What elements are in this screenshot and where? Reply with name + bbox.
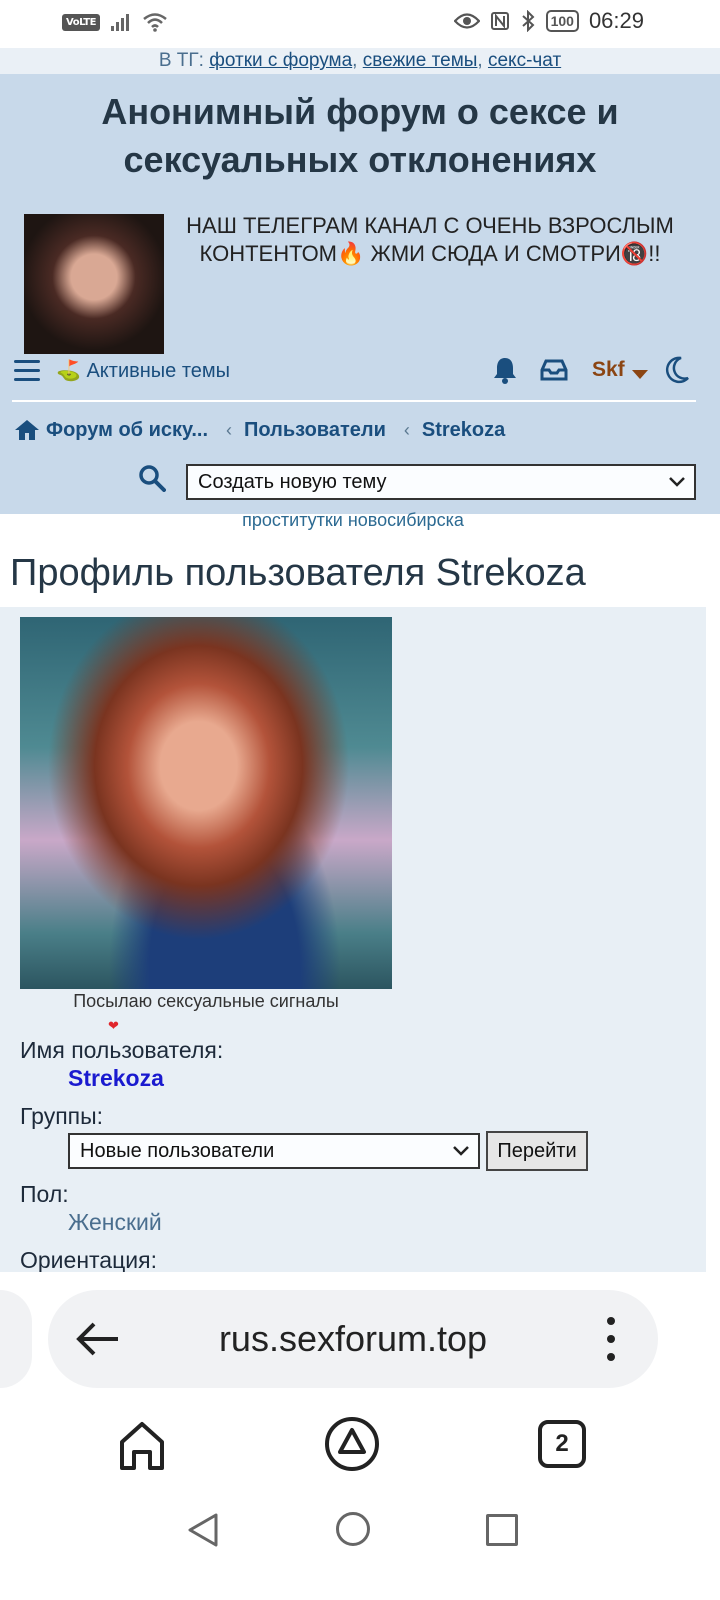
browser-bottom-nav: 2 — [0, 1400, 720, 1500]
breadcrumb: Форум об иску... ‹ Пользователи ‹ Streko… — [14, 418, 505, 442]
new-topic-selected: Создать новую тему — [198, 471, 387, 493]
bluetooth-icon — [521, 10, 535, 32]
heart-icon: ❤ — [108, 1018, 119, 1033]
status-right: 100 06:29 — [453, 8, 644, 34]
username-value[interactable]: Strekoza — [68, 1065, 164, 1092]
promo-image[interactable] — [24, 214, 164, 354]
menu-icon[interactable] — [14, 360, 40, 384]
gender-label: Пол: — [20, 1181, 69, 1207]
system-nav-bar — [0, 1500, 720, 1600]
promo-banner-text[interactable]: НАШ ТЕЛЕГРАМ КАНАЛ С ОЧЕНЬ ВЗРОСЛЫМ КОНТ… — [168, 212, 692, 268]
tab-count-button[interactable]: 2 — [538, 1420, 586, 1468]
inbox-icon[interactable] — [540, 358, 568, 382]
groups-label: Группы: — [20, 1103, 104, 1129]
more-options-icon[interactable] — [604, 1316, 618, 1362]
chevron-down-icon[interactable] — [632, 370, 648, 379]
eye-icon — [453, 13, 480, 29]
navbar: ⛳ Активные темы Skf — [0, 352, 720, 406]
ad-link[interactable]: проститутки новосибирска — [0, 510, 706, 531]
orientation-label: Ориентация: — [20, 1247, 157, 1273]
home-icon[interactable] — [14, 418, 40, 442]
home-circle-icon[interactable] — [336, 1512, 370, 1546]
status-bar: VoLTE 100 06:29 — [0, 0, 720, 48]
go-button[interactable]: Перейти — [486, 1131, 588, 1171]
gender-value: Женский — [68, 1209, 162, 1235]
tg-link-photos[interactable]: фотки с форума — [209, 50, 352, 71]
site-title[interactable]: Анонимный форум о сексе и сексуальных от… — [0, 88, 720, 184]
groups-select[interactable]: Новые пользователи — [68, 1133, 480, 1169]
home-icon[interactable] — [116, 1420, 168, 1472]
profile-panel: Посылаю сексуальные сигналы ❤ Имя пользо… — [0, 607, 706, 1273]
volte-badge: VoLTE — [62, 13, 100, 31]
moon-icon[interactable] — [664, 356, 690, 384]
clock: 06:29 — [588, 8, 644, 33]
chevron-down-icon — [669, 477, 685, 487]
breadcrumb-users[interactable]: Пользователи — [244, 419, 386, 442]
groups-selected: Новые пользователи — [80, 1140, 275, 1162]
nfc-icon — [490, 12, 509, 30]
user-status-message: Посылаю сексуальные сигналы — [73, 991, 339, 1011]
new-topic-select[interactable]: Создать новую тему — [186, 464, 696, 500]
wifi-icon — [143, 13, 167, 32]
tg-separator: , — [352, 50, 363, 71]
breadcrumb-current-user[interactable]: Strekoza — [422, 419, 505, 442]
previous-tab-edge[interactable] — [0, 1290, 32, 1388]
telegram-prefix: В ТГ: — [158, 50, 210, 71]
avatar — [20, 617, 392, 989]
url-text[interactable]: rus.sexforum.top — [48, 1318, 658, 1360]
search-icon[interactable] — [138, 464, 166, 492]
telegram-links-bar: В ТГ: фотки с форума, свежие темы, секс-… — [0, 48, 720, 74]
nav-divider — [12, 400, 696, 402]
page-title: Профиль пользователя Strekoza — [10, 552, 586, 594]
chevron-down-icon — [453, 1146, 469, 1156]
bell-icon[interactable] — [492, 356, 518, 384]
active-topics-link[interactable]: ⛳ Активные темы — [56, 358, 230, 383]
battery-indicator: 100 — [545, 10, 579, 32]
status-left: VoLTE — [62, 12, 168, 32]
forum-header: Анонимный форум о сексе и сексуальных от… — [0, 74, 720, 514]
assistant-icon[interactable] — [324, 1416, 380, 1472]
back-icon[interactable] — [186, 1512, 220, 1548]
user-menu-name[interactable]: Skf — [592, 358, 625, 382]
breadcrumb-separator: ‹ — [226, 419, 233, 440]
address-bar[interactable]: rus.sexforum.top — [48, 1290, 658, 1388]
browser-toolbar: rus.sexforum.top — [0, 1272, 720, 1400]
breadcrumb-separator: ‹ — [403, 419, 410, 440]
tg-link-sex-chat[interactable]: секс-чат — [488, 50, 561, 71]
breadcrumb-forum[interactable]: Форум об иску... — [46, 419, 208, 442]
flag-icon: ⛳ — [56, 360, 81, 382]
recents-icon[interactable] — [486, 1514, 518, 1546]
tg-link-fresh-topics[interactable]: свежие темы — [363, 50, 478, 71]
username-label: Имя пользователя: — [20, 1037, 224, 1063]
active-topics-label: Активные темы — [86, 360, 231, 382]
signal-icon — [110, 14, 129, 31]
tg-separator: , — [477, 50, 488, 71]
